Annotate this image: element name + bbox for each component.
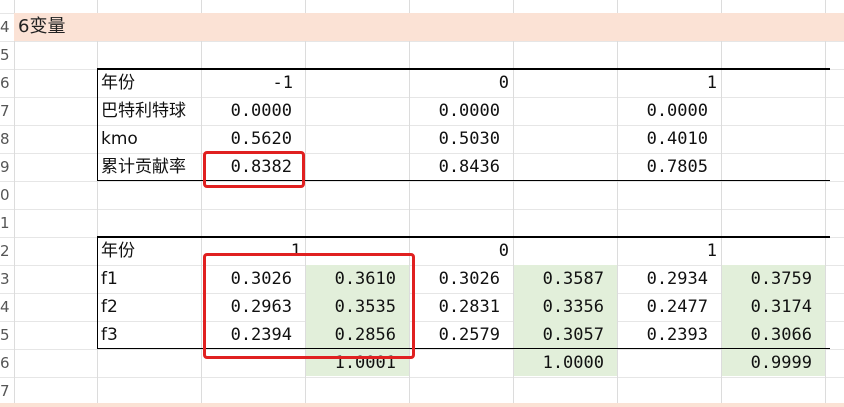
table2-row-label[interactable]: f2 <box>101 293 199 321</box>
table2-year[interactable]: 1 <box>617 237 717 265</box>
table2-value[interactable]: 0.3174 <box>724 293 812 321</box>
table1-year[interactable]: 0 <box>409 69 509 97</box>
row-header[interactable]: 4 <box>0 13 14 41</box>
grid-column-line <box>825 0 826 407</box>
row-header[interactable]: 3 <box>0 265 14 293</box>
row-header[interactable]: 5 <box>0 41 14 69</box>
row-header[interactable]: 6 <box>0 69 14 97</box>
table2-sum[interactable]: 0.9999 <box>724 349 812 377</box>
table1-value[interactable]: 0.8436 <box>412 153 500 181</box>
row-header[interactable]: 7 <box>0 377 14 405</box>
table2-row-label[interactable]: f3 <box>101 321 199 349</box>
table1-value[interactable]: 0.0000 <box>620 97 708 125</box>
spreadsheet-grid[interactable]: 6变量 4 5 6 7 8 9 0 1 2 3 4 5 6 7 年份 -1 0 … <box>0 0 844 407</box>
table1-row-label[interactable]: 累计贡献率 <box>101 153 199 181</box>
grid-line <box>0 209 844 210</box>
row-header[interactable]: 9 <box>0 153 14 181</box>
grid-column-line <box>14 0 15 407</box>
row-header[interactable]: 5 <box>0 321 14 349</box>
table2-value[interactable]: 0.2477 <box>620 293 708 321</box>
table2-value[interactable]: 0.3066 <box>724 321 812 349</box>
table1-year[interactable]: 1 <box>617 69 717 97</box>
annotation-box <box>203 253 415 359</box>
table1-value[interactable]: 0.0000 <box>204 97 292 125</box>
table2-value[interactable]: 0.3026 <box>412 265 500 293</box>
table1-value[interactable]: 0.5620 <box>204 125 292 153</box>
table1-row-label[interactable]: kmo <box>101 125 199 153</box>
grid-column-line <box>201 0 202 407</box>
table2-value[interactable]: 0.3057 <box>516 321 604 349</box>
table1-header-label[interactable]: 年份 <box>101 69 199 97</box>
row-header[interactable]: 1 <box>0 209 14 237</box>
table2-year[interactable]: 0 <box>409 237 509 265</box>
section-title: 6变量 <box>18 16 66 37</box>
table2-value[interactable]: 0.2393 <box>620 321 708 349</box>
highlighted-row <box>0 403 844 407</box>
table2-value[interactable]: 0.2579 <box>412 321 500 349</box>
table2-header-label[interactable]: 年份 <box>101 237 199 265</box>
table1-value[interactable]: 0.7805 <box>620 153 708 181</box>
table2-row-label[interactable]: f1 <box>101 265 199 293</box>
row-header[interactable]: 8 <box>0 125 14 153</box>
table1-value[interactable]: 0.4010 <box>620 125 708 153</box>
grid-line <box>0 181 844 182</box>
grid-line <box>0 349 844 350</box>
table2-value[interactable]: 0.2831 <box>412 293 500 321</box>
row-header[interactable]: 7 <box>0 97 14 125</box>
row-header[interactable]: 6 <box>0 349 14 377</box>
highlighted-row[interactable] <box>14 13 844 41</box>
table1-value[interactable]: 0.0000 <box>412 97 500 125</box>
row-header[interactable]: 2 <box>0 237 14 265</box>
row-header[interactable]: 4 <box>0 293 14 321</box>
table2-sum[interactable]: 1.0000 <box>516 349 604 377</box>
table2-left-border <box>97 236 98 349</box>
table1-row-label[interactable]: 巴特利特球 <box>101 97 199 125</box>
table2-value[interactable]: 0.3759 <box>724 265 812 293</box>
grid-column-line <box>617 0 618 407</box>
table2-value[interactable]: 0.3356 <box>516 293 604 321</box>
table1-left-border <box>97 68 98 181</box>
row-header[interactable]: 0 <box>0 181 14 209</box>
grid-line <box>0 377 844 378</box>
table2-value[interactable]: 0.2934 <box>620 265 708 293</box>
table1-year[interactable]: -1 <box>201 69 293 97</box>
table1-value[interactable]: 0.5030 <box>412 125 500 153</box>
annotation-box <box>203 151 305 188</box>
table2-value[interactable]: 0.3587 <box>516 265 604 293</box>
grid-line <box>0 41 844 42</box>
